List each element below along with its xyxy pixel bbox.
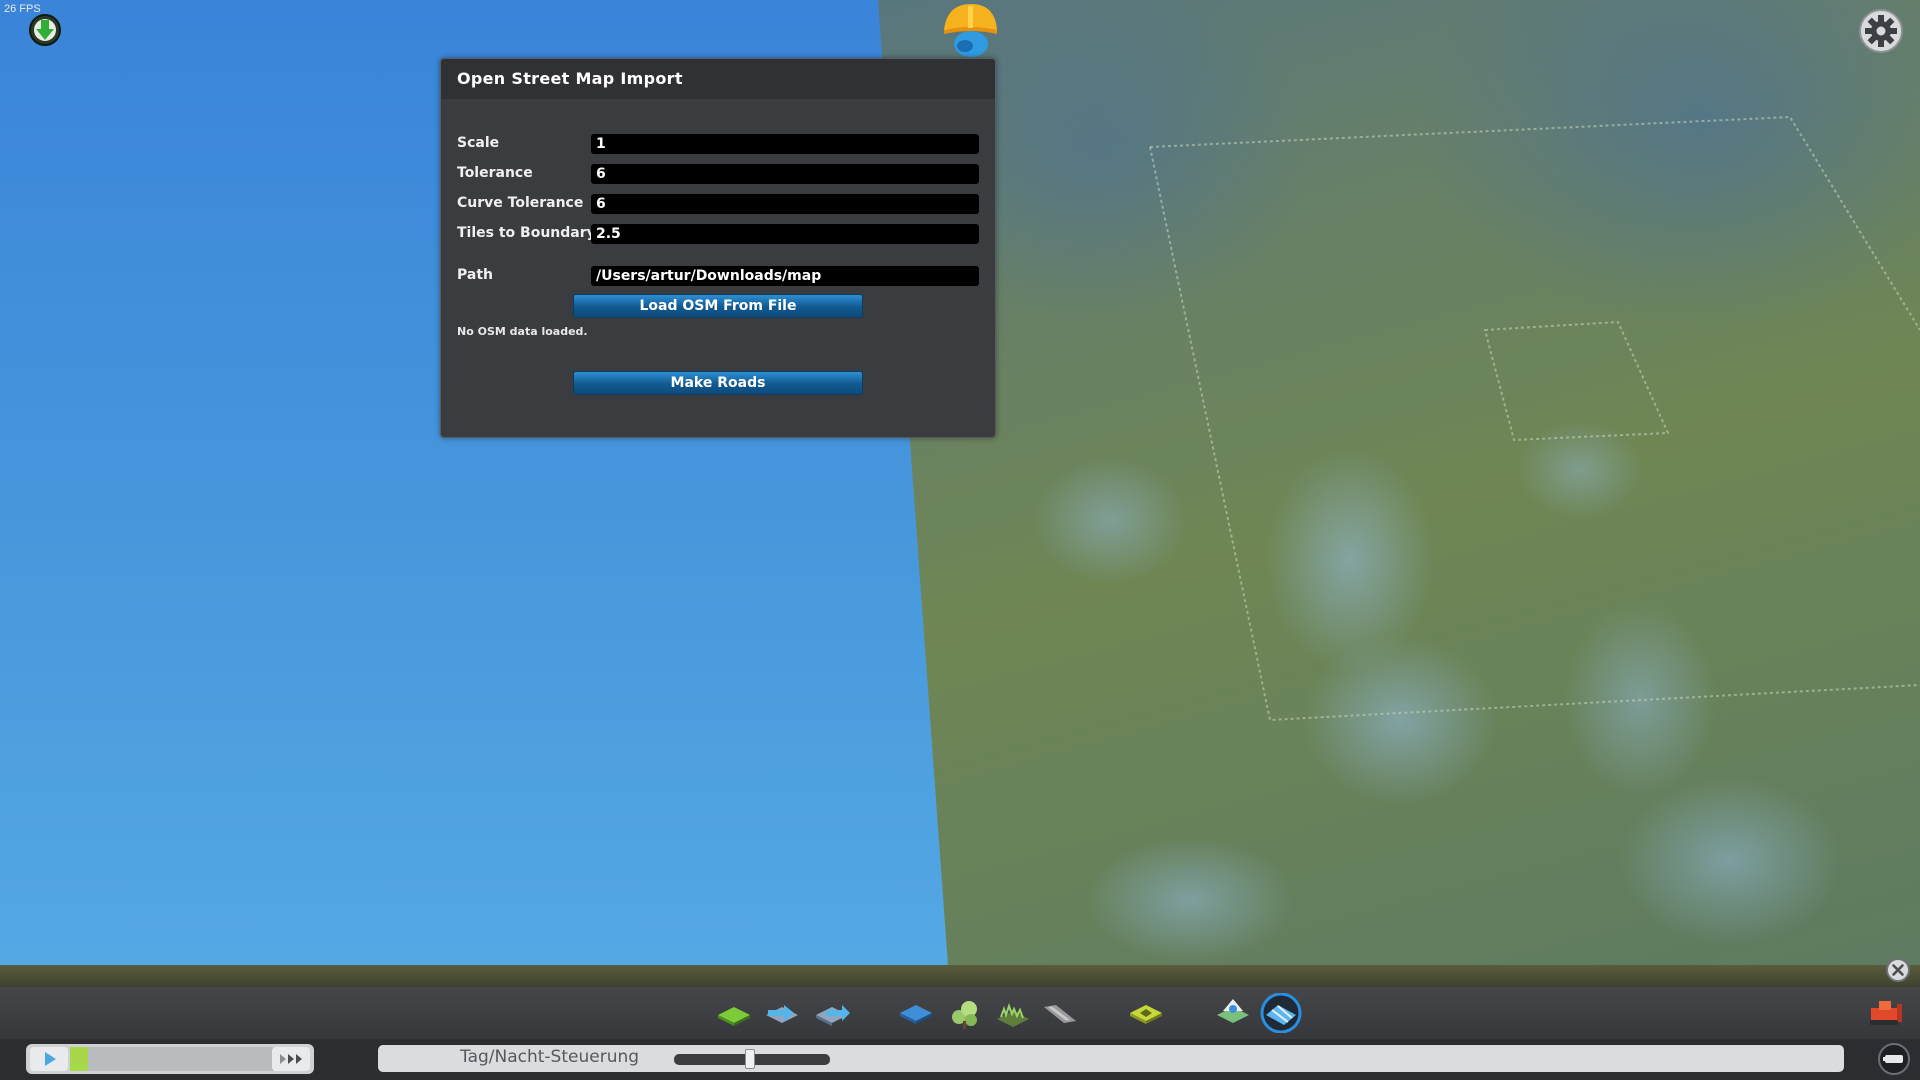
make-roads-button[interactable]: Make Roads (573, 371, 863, 395)
terrain-level-icon[interactable] (762, 995, 802, 1031)
area-tiles-icon[interactable] (1213, 995, 1253, 1031)
landscaping-icon[interactable] (1126, 995, 1166, 1031)
editor-toolbar (0, 987, 1920, 1039)
resources-icon[interactable] (993, 995, 1033, 1031)
speed-indicator (70, 1047, 88, 1071)
path-label: Path (457, 267, 493, 283)
tolerance-row: Tolerance (457, 164, 987, 184)
toolbar-top-strip (0, 965, 1920, 987)
load-osm-button[interactable]: Load OSM From File (573, 294, 863, 318)
fast-forward-button[interactable] (272, 1047, 310, 1071)
curve-tolerance-label: Curve Tolerance (457, 195, 584, 211)
water-icon[interactable] (896, 995, 936, 1031)
scale-input[interactable] (591, 134, 979, 154)
path-input[interactable] (591, 266, 979, 286)
speed-track[interactable] (88, 1047, 273, 1071)
tolerance-label: Tolerance (457, 165, 533, 181)
info-view-icon[interactable] (1876, 1043, 1912, 1075)
dialog-titlebar[interactable]: Open Street Map Import (441, 59, 995, 99)
settings-gear-icon[interactable] (1858, 8, 1904, 54)
osm-import-icon[interactable] (1258, 992, 1304, 1034)
tiles-to-boundary-input[interactable] (591, 224, 979, 244)
curve-tolerance-row: Curve Tolerance (457, 194, 987, 214)
dialog-title: Open Street Map Import (457, 69, 683, 88)
roads-icon[interactable] (1040, 995, 1080, 1031)
bulldozer-icon[interactable] (1867, 996, 1905, 1028)
curve-tolerance-input[interactable] (591, 194, 979, 214)
terrain-shift-icon[interactable] (714, 995, 754, 1031)
close-icon[interactable] (1885, 957, 1911, 983)
day-night-control: Tag/Nacht-Steuerung (378, 1045, 1844, 1072)
osm-import-dialog: Open Street Map Import Scale Tolerance C… (440, 58, 996, 438)
mod-status-icon[interactable] (28, 13, 62, 47)
terrain-soften-icon[interactable] (812, 995, 852, 1031)
day-night-label: Tag/Nacht-Steuerung (460, 1047, 640, 1067)
path-row: Path (457, 266, 987, 286)
status-message: No OSM data loaded. (457, 325, 588, 338)
tiles-to-boundary-label: Tiles to Boundary (457, 225, 596, 241)
play-button[interactable] (30, 1047, 68, 1071)
scale-label: Scale (457, 135, 500, 151)
tiles-to-boundary-row: Tiles to Boundary (457, 224, 987, 244)
day-night-slider-handle[interactable] (745, 1049, 755, 1069)
chirper-icon[interactable] (935, 0, 1001, 60)
scale-row: Scale (457, 134, 987, 154)
simulation-speed-control (26, 1044, 314, 1074)
tolerance-input[interactable] (591, 164, 979, 184)
trees-icon[interactable] (945, 995, 985, 1031)
